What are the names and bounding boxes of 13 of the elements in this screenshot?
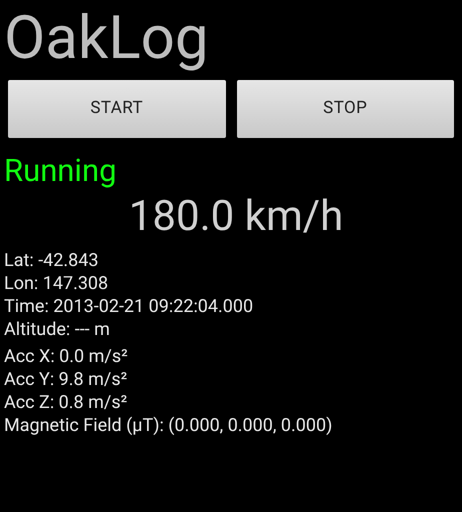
action-button[interactable]: START	[8, 80, 226, 138]
sensor-line: Magnetic Field (µT): (0.000, 0.000, 0.000)	[4, 414, 332, 437]
action-button[interactable]: STOP	[236, 80, 454, 138]
sensor-line: Acc Z: 0.8 m/s²	[4, 391, 128, 414]
location-line: Altitude: --- m	[4, 318, 110, 341]
sensor-line: Acc Y: 9.8 m/s²	[4, 368, 128, 391]
app-title: OakLog	[4, 1, 209, 75]
status-text: Running	[4, 152, 116, 190]
sensor-line: Acc X: 0.0 m/s²	[4, 345, 128, 368]
speed-reading: 180.0 km/h	[128, 191, 344, 243]
location-line: Lon: 147.308	[4, 272, 108, 295]
location-line: Time: 2013-02-21 09:22:04.000	[4, 295, 254, 318]
location-line: Lat: -42.843	[4, 249, 98, 272]
